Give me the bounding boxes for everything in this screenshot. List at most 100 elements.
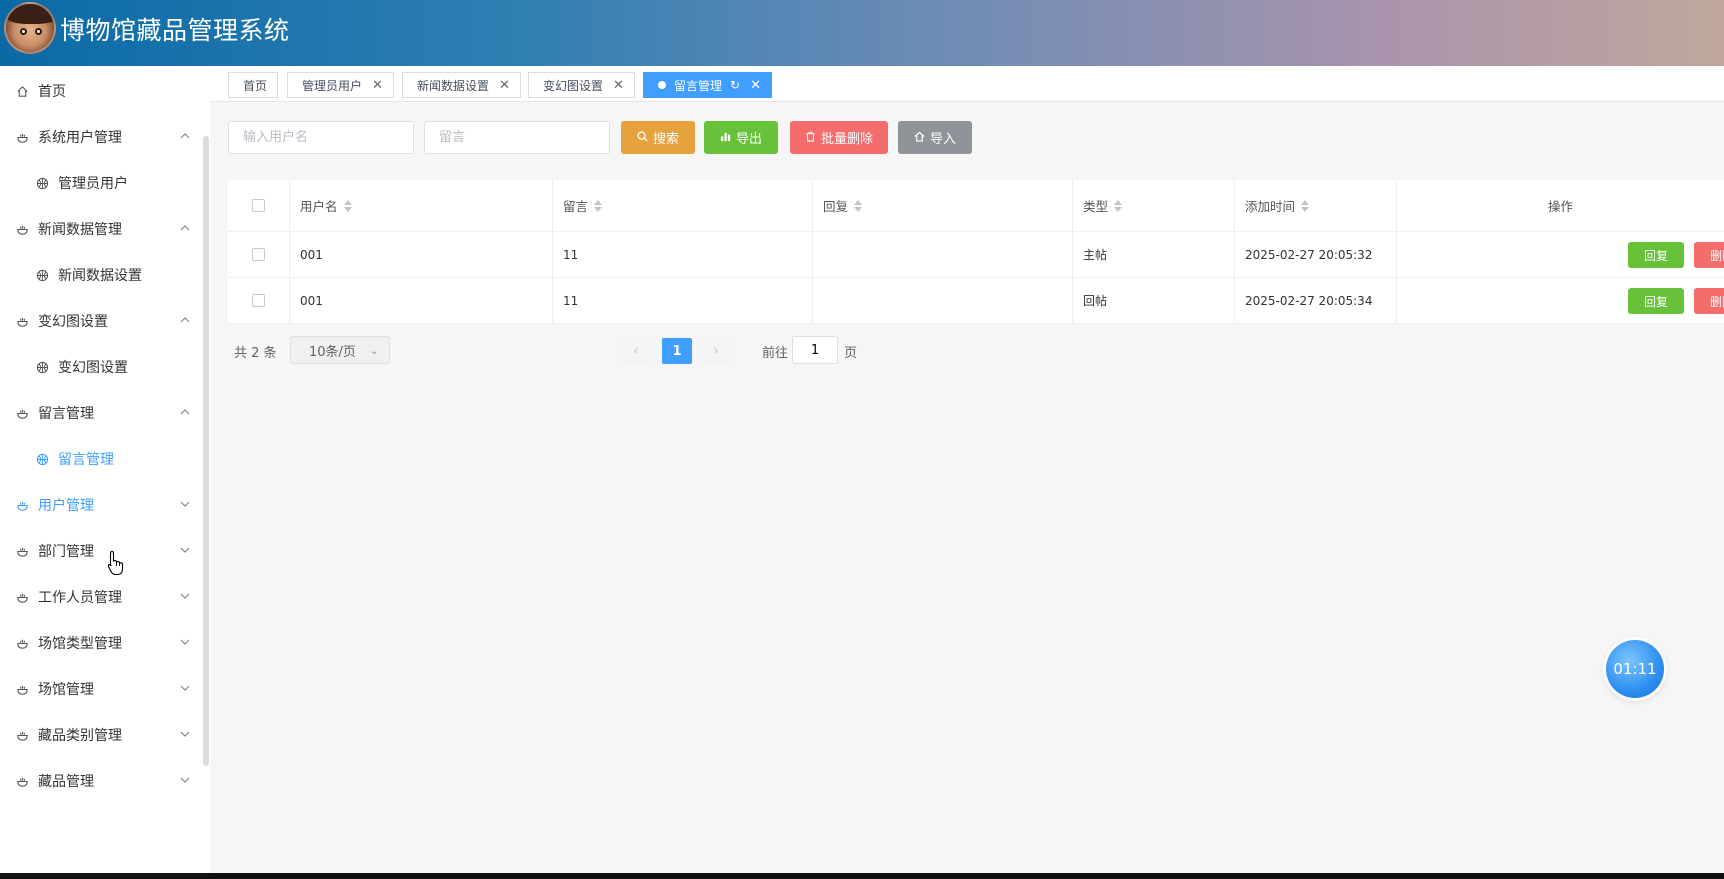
sidebar-item-news-settings[interactable]: 新闻数据设置	[0, 250, 200, 300]
column-header-time[interactable]: 添加时间	[1235, 180, 1397, 231]
page-number-button[interactable]: 1	[662, 338, 692, 364]
logo-avatar	[4, 2, 56, 54]
app-title: 博物馆藏品管理系统	[60, 16, 290, 45]
refresh-icon[interactable]: ↻	[730, 78, 740, 92]
bar-chart-icon	[720, 131, 731, 145]
bowl-icon	[15, 682, 29, 696]
reply-button[interactable]: 回复	[1628, 242, 1684, 268]
column-header-actions: 操作	[1547, 199, 1573, 214]
close-icon[interactable]: ✕	[499, 78, 510, 93]
floating-timer[interactable]: 01:11	[1606, 640, 1664, 698]
app-header: 博物馆藏品管理系统	[0, 0, 1724, 66]
column-header-message[interactable]: 留言	[553, 180, 813, 231]
tab-admin-users[interactable]: 管理员用户 ✕	[287, 72, 394, 98]
chevron-down-icon	[180, 544, 190, 554]
cell-username: 001	[290, 232, 553, 277]
bowl-icon	[15, 222, 29, 236]
sidebar-item-venue-type-management[interactable]: 场馆类型管理	[0, 618, 200, 668]
cell-message: 11	[553, 278, 813, 323]
message-table: 用户名 留言 回复 类型 添加时间 操作 001 11 主帖 2025-02-2…	[228, 180, 1724, 324]
search-icon	[637, 130, 648, 145]
column-header-type[interactable]: 类型	[1073, 180, 1235, 231]
chevron-down-icon	[180, 636, 190, 646]
upload-icon	[914, 131, 925, 145]
username-search-input[interactable]	[228, 121, 414, 154]
chevron-down-icon	[180, 728, 190, 738]
hand-cursor-icon	[107, 550, 124, 576]
pagination-total: 共 2 条	[234, 345, 277, 361]
chevron-down-icon	[180, 774, 190, 784]
main-content: 首页 管理员用户 ✕ 新闻数据设置 ✕ 变幻图设置 ✕ 留言管理 ↻ ✕ 搜索 …	[210, 66, 1724, 873]
reply-button[interactable]: 回复	[1628, 288, 1684, 314]
chevron-down-icon	[180, 498, 190, 508]
bowl-icon	[15, 314, 29, 328]
column-header-reply[interactable]: 回复	[813, 180, 1073, 231]
sidebar-item-department-management[interactable]: 部门管理	[0, 526, 200, 576]
delete-button[interactable]: 删除	[1694, 288, 1724, 314]
close-icon[interactable]: ✕	[613, 78, 624, 93]
sidebar-item-home[interactable]: 首页	[0, 66, 200, 116]
table-row: 001 11 回帖 2025-02-27 20:05:34 回复 删除	[228, 278, 1724, 324]
cell-time: 2025-02-27 20:05:34	[1235, 278, 1397, 323]
sidebar: 首页 系统用户管理 管理员用户 新闻数据管理 新闻数据设置 变幻图设置 变幻图设…	[0, 66, 210, 873]
basketball-icon	[35, 176, 49, 190]
bowl-icon	[15, 590, 29, 604]
chevron-up-icon	[180, 130, 190, 140]
sidebar-item-venue-management[interactable]: 场馆管理	[0, 664, 200, 714]
sort-icon[interactable]	[343, 199, 352, 212]
goto-page-input[interactable]	[792, 336, 838, 364]
sidebar-item-collection-management[interactable]: 藏品管理	[0, 756, 200, 806]
sort-icon[interactable]	[854, 199, 863, 212]
column-header-username[interactable]: 用户名	[290, 180, 553, 231]
row-checkbox[interactable]	[252, 294, 265, 307]
sidebar-item-news-management[interactable]: 新闻数据管理	[0, 204, 200, 254]
sidebar-item-carousel-settings[interactable]: 变幻图设置	[0, 342, 200, 392]
tab-carousel-settings[interactable]: 变幻图设置 ✕	[528, 72, 635, 98]
page-size-select[interactable]: 10条/页 ⌄	[290, 336, 390, 364]
cell-time: 2025-02-27 20:05:32	[1235, 232, 1397, 277]
sort-icon[interactable]	[1301, 199, 1310, 212]
sidebar-item-admin-users[interactable]: 管理员用户	[0, 158, 200, 208]
bowl-icon	[15, 728, 29, 742]
basketball-icon	[35, 360, 49, 374]
sidebar-item-collection-category-management[interactable]: 藏品类别管理	[0, 710, 200, 760]
prev-page-button[interactable]: ‹	[622, 338, 650, 364]
sort-icon[interactable]	[594, 199, 603, 212]
export-button[interactable]: 导出	[704, 121, 778, 154]
search-button[interactable]: 搜索	[621, 121, 695, 154]
sidebar-item-carousel-group[interactable]: 变幻图设置	[0, 296, 200, 346]
goto-label: 前往	[762, 346, 789, 361]
cell-reply	[813, 232, 1073, 277]
row-checkbox[interactable]	[252, 248, 265, 261]
message-search-input[interactable]	[424, 121, 610, 154]
cell-type: 主帖	[1073, 232, 1235, 277]
sidebar-item-staff-management[interactable]: 工作人员管理	[0, 572, 200, 622]
close-icon[interactable]: ✕	[750, 78, 761, 93]
delete-button[interactable]: 删除	[1694, 242, 1724, 268]
sort-icon[interactable]	[1114, 199, 1123, 212]
batch-delete-button[interactable]: 批量删除	[790, 121, 888, 154]
tab-message-management[interactable]: 留言管理 ↻ ✕	[643, 72, 772, 98]
sidebar-item-system-users[interactable]: 系统用户管理	[0, 112, 200, 162]
next-page-button[interactable]: ›	[702, 338, 730, 364]
tab-home[interactable]: 首页	[228, 72, 279, 98]
sidebar-item-message-group[interactable]: 留言管理	[0, 388, 200, 438]
cell-username: 001	[290, 278, 553, 323]
sidebar-scrollbar[interactable]	[203, 136, 209, 766]
select-all-checkbox[interactable]	[252, 199, 265, 212]
bowl-icon	[15, 130, 29, 144]
cell-type: 回帖	[1073, 278, 1235, 323]
tab-news-settings[interactable]: 新闻数据设置 ✕	[402, 72, 521, 98]
table-header: 用户名 留言 回复 类型 添加时间 操作	[228, 180, 1724, 232]
import-button[interactable]: 导入	[898, 121, 972, 154]
cell-reply	[813, 278, 1073, 323]
bowl-icon	[15, 544, 29, 558]
chevron-down-icon: ⌄	[369, 344, 379, 357]
close-icon[interactable]: ✕	[372, 78, 383, 93]
chevron-up-icon	[180, 406, 190, 416]
sidebar-item-message-management[interactable]: 留言管理	[0, 434, 200, 484]
select-all-cell	[228, 180, 290, 231]
sidebar-item-user-management[interactable]: 用户管理	[0, 480, 200, 530]
bowl-icon	[15, 636, 29, 650]
bowl-icon	[15, 406, 29, 420]
